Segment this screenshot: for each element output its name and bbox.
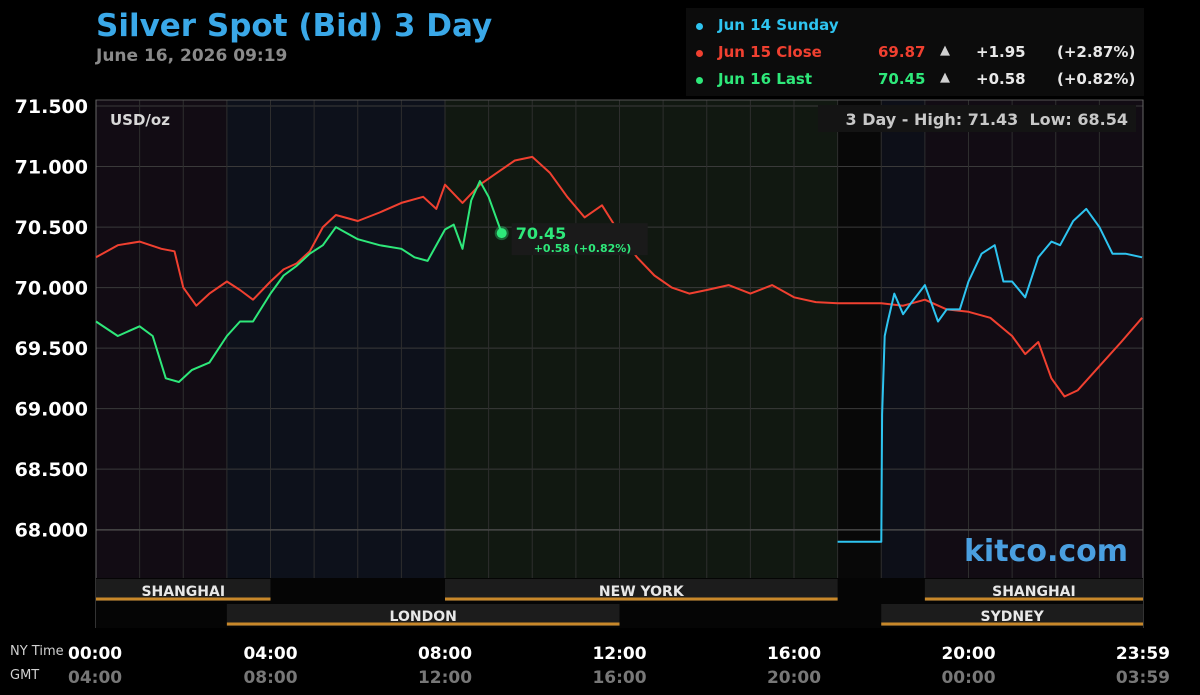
x-tick-label-gmt: 12:00 (418, 668, 472, 688)
london-session-shade (226, 100, 445, 578)
session-label: SHANGHAI (992, 584, 1076, 600)
y-tick-label: 70.500 (15, 217, 88, 239)
y-tick-label: 71.500 (15, 96, 88, 118)
session-label: NEW YORK (599, 584, 685, 600)
y-tick-label: 69.000 (15, 399, 88, 421)
x-tick-label-gmt: 08:00 (243, 668, 297, 688)
gmt-label: GMT (10, 668, 39, 683)
price-chart: USD/oz 3 Day - High: 71.43 Low: 68.54 ki… (10, 96, 1170, 688)
x-tick-label-gmt: 16:00 (592, 668, 646, 688)
last-price-label: 70.45 (516, 224, 567, 243)
y-tick-label: 69.500 (15, 338, 88, 360)
ny-time-label: NY Time (10, 644, 64, 659)
newyork-session-shade (445, 100, 838, 578)
session-label: SYDNEY (980, 609, 1044, 625)
x-tick-label-ny: 16:00 (767, 644, 821, 664)
y-tick-label: 68.000 (15, 520, 88, 542)
session-label: LONDON (390, 609, 457, 625)
x-tick-label-ny: 08:00 (418, 644, 472, 664)
last-price-change-label: +0.58 (+0.82%) (534, 242, 632, 255)
session-label: SHANGHAI (141, 584, 225, 600)
sydney-session-shade (881, 100, 925, 578)
watermark-logo: kitco.com (964, 534, 1128, 569)
x-tick-label-gmt: 20:00 (767, 668, 821, 688)
unit-label: USD/oz (110, 111, 170, 129)
x-tick-label-gmt: 00:00 (941, 668, 995, 688)
last-price-marker (496, 228, 507, 239)
x-tick-label-ny: 23:59 (1116, 644, 1170, 664)
x-tick-label-ny: 04:00 (243, 644, 297, 664)
high-low-label: 3 Day - High: 71.43 Low: 68.54 (846, 110, 1128, 129)
x-tick-label-gmt: 03:59 (1116, 668, 1170, 688)
y-tick-label: 71.000 (15, 157, 88, 179)
x-tick-label-ny: 12:00 (592, 644, 646, 664)
y-tick-label: 68.500 (15, 459, 88, 481)
x-tick-label-ny: 00:00 (68, 644, 122, 664)
x-tick-label-ny: 20:00 (941, 644, 995, 664)
y-tick-label: 70.000 (15, 278, 88, 300)
closed-market-shade (837, 100, 882, 578)
x-tick-label-gmt: 04:00 (68, 668, 122, 688)
